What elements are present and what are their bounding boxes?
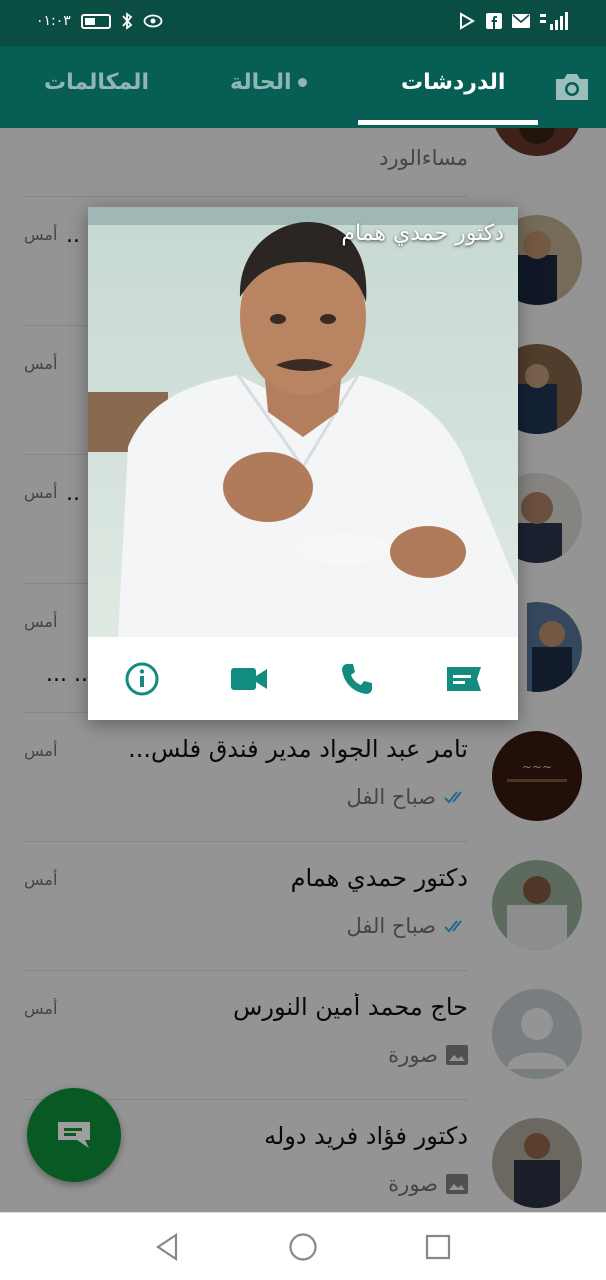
back-icon[interactable] — [152, 1231, 184, 1263]
nav-bar — [0, 1212, 606, 1280]
app-header: المكالمات الحالة الدردشات — [0, 46, 606, 128]
play-store-icon — [460, 12, 475, 30]
tab-calls[interactable]: المكالمات — [44, 70, 149, 95]
new-chat-button[interactable] — [27, 1088, 121, 1182]
video-call-icon — [231, 667, 268, 690]
popup-actions — [88, 637, 518, 720]
facebook-icon — [486, 13, 502, 29]
signal-icon — [540, 12, 568, 30]
clock: ٠١:٠٣ — [36, 13, 71, 29]
status-left: ٠١:٠٣ — [36, 12, 163, 30]
eye-icon — [143, 14, 163, 28]
recents-icon[interactable] — [422, 1231, 454, 1263]
video-call-button[interactable] — [196, 637, 304, 720]
status-dot-icon — [297, 78, 307, 87]
message-button[interactable] — [411, 637, 519, 720]
message-icon — [58, 1122, 90, 1148]
battery-icon — [80, 13, 111, 29]
profile-photo[interactable]: دكتور حمدي همام — [88, 207, 518, 637]
profile-popup: دكتور حمدي همام — [88, 207, 518, 720]
popup-contact-name: دكتور حمدي همام — [341, 221, 504, 246]
tab-status[interactable]: الحالة — [230, 70, 307, 95]
camera-icon[interactable] — [552, 70, 592, 104]
tab-status-label: الحالة — [230, 70, 292, 95]
bluetooth-icon — [122, 12, 133, 30]
home-icon[interactable] — [287, 1231, 319, 1263]
message-icon — [447, 666, 482, 691]
voice-call-button[interactable] — [303, 637, 411, 720]
mail-icon — [512, 14, 530, 28]
tab-indicator — [358, 120, 538, 125]
info-button[interactable] — [88, 637, 196, 720]
tab-chats[interactable]: الدردشات — [401, 70, 505, 95]
status-bar: ٠١:٠٣ — [0, 0, 606, 46]
status-right — [458, 12, 568, 30]
call-icon — [341, 663, 372, 694]
info-icon — [125, 662, 159, 695]
